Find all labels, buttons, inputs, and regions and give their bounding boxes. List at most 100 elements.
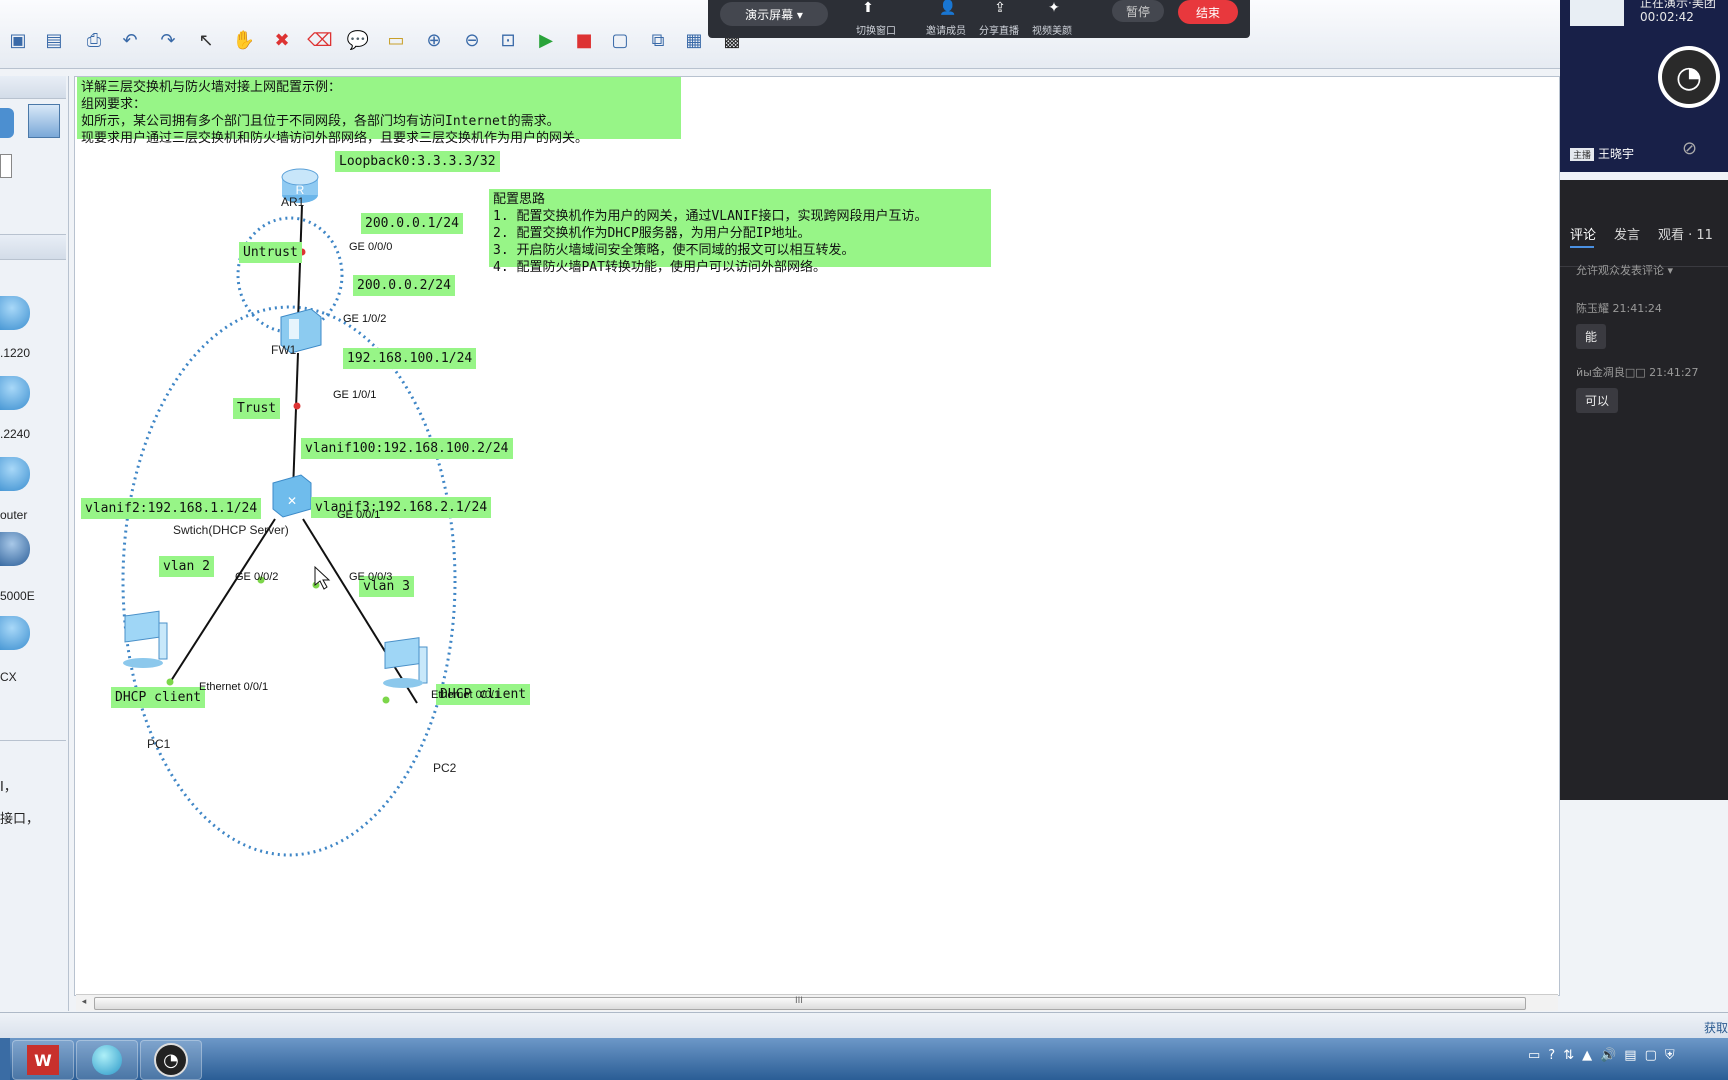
active-tab-underline [1570,246,1594,248]
tab-speak[interactable]: 发言 [1614,224,1640,243]
tray-folder-icon[interactable]: ▭ [1528,1048,1540,1070]
switch-window-label[interactable]: 切换窗口 [856,22,896,37]
invite-icon[interactable]: 👤 [936,0,960,18]
stop-device-icon[interactable]: ■ [572,28,596,52]
palette-dropdown-icon[interactable] [0,154,12,178]
pc2-icon [383,637,428,688]
scroll-grip: III [795,996,803,1006]
select-pointer-icon[interactable]: ↖ [194,28,218,52]
ensp-taskbar-button[interactable] [76,1040,138,1080]
comment-1-meta: 陈玉耀 21:41:24 [1576,302,1662,315]
loopback-note[interactable]: Loopback0:3.3.3.3/32 [335,151,500,172]
zoom-out-icon[interactable]: ⊖ [460,28,484,52]
comment-2-meta: йы金凋良□□ 21:41:27 [1576,366,1699,379]
link-switch-pc1 [168,518,276,685]
palette-icon[interactable]: ▭ [384,28,408,52]
server-device-icon[interactable] [28,104,60,138]
port-label-ar1-ge000: GE 0/0/0 [349,241,393,253]
pc1-dhcp-note[interactable]: DHCP client [111,687,206,708]
delete-link-icon[interactable]: ⌫ [307,28,332,52]
pc1-label: PC1 [147,737,171,751]
text-note-icon[interactable]: 💬 [346,28,370,52]
obs-taskbar-button[interactable]: ◔ [140,1040,202,1080]
tray-display-icon[interactable]: ▢ [1645,1048,1657,1070]
router-cx-icon[interactable] [0,616,30,650]
windows-taskbar: W ◔ ▭ ? ⇅ ▲ 🔊 ▤ ▢ ⛨ [0,1038,1728,1080]
beauty-icon[interactable]: ✦ [1042,0,1066,18]
comment-2-text: 可以 [1576,388,1619,413]
ensp-app-icon [92,1045,122,1075]
config-ideas-note[interactable]: 配置思路 1. 配置交换机作为用户的网关，通过VLANIF接口，实现跨网段用户互… [489,189,991,275]
capture-icon[interactable]: ▢ [608,28,632,52]
scroll-left-icon[interactable]: ◂ [78,997,90,1009]
zoom-in-icon[interactable]: ⊕ [422,28,446,52]
ar1-ip-note[interactable]: 200.0.0.1/24 [361,213,463,234]
redo-icon[interactable]: ↷ [156,28,180,52]
camera-off-icon[interactable]: ⊘ [1682,138,1697,159]
switch-window-icon[interactable]: ⬆ [856,0,880,18]
tray-network-icon[interactable]: ⇅ [1563,1048,1574,1070]
print-icon[interactable]: ⎙ [82,28,106,52]
fw-ge102-ip-note[interactable]: 200.0.0.2/24 [353,275,455,296]
start-device-icon[interactable]: ▶ [534,28,558,52]
save-as-icon[interactable]: ▤ [42,28,66,52]
router-generic-label: outer [0,508,28,522]
live-chat-panel: 评论 发言 观看 · 11 允许观众发表评论 ▾ 陈玉耀 21:41:24 能 … [1560,180,1728,800]
router-ar2240-label: .2240 [0,427,31,441]
host-badge: 主播 [1570,148,1595,161]
start-button-edge[interactable] [0,1038,10,1080]
screen-thumbnail[interactable] [1570,0,1624,26]
scroll-thumb[interactable]: III [94,996,1526,1010]
tray-help-icon[interactable]: ? [1548,1048,1555,1070]
tray-volume-icon[interactable]: 🔊 [1600,1048,1616,1070]
beauty-label[interactable]: 视频美颜 [1032,22,1072,37]
invite-label[interactable]: 邀请成员 [926,22,966,37]
vlanif100-note[interactable]: vlanif100:192.168.100.2/24 [301,438,513,459]
delete-icon[interactable]: ✖ [270,28,294,52]
presentation-mode-dropdown[interactable]: 演示屏幕 ▾ [720,2,828,26]
grid-icon[interactable]: ▦ [682,28,706,52]
tray-expand-icon[interactable]: ▲ [1582,1048,1592,1070]
status-right-text[interactable]: 获取 [1704,1019,1728,1036]
hand-pan-icon[interactable]: ✋ [232,28,256,52]
port-label-fw-ge102: GE 1/0/2 [343,313,387,325]
untrust-zone-note[interactable]: Untrust [239,242,302,263]
intro-note[interactable]: 详解三层交换机与防火墙对接上网配置示例： 组网要求： 如所示，某公司拥有多个部门… [77,77,681,146]
router-ar1220-icon[interactable] [0,296,30,330]
tab-viewers[interactable]: 观看 · 11 [1658,224,1713,243]
wps-taskbar-button[interactable]: W [12,1040,74,1080]
router-cx-label: CX [0,670,17,684]
topology-icon[interactable]: ⧉ [646,28,670,52]
tray-files-icon[interactable]: ▤ [1624,1048,1636,1070]
port-dot-pc1-eth [166,678,174,686]
pc1-icon [123,610,168,668]
link-fw1-switch [292,352,299,492]
tray-shield-icon[interactable]: ⛨ [1665,1048,1675,1070]
wps-app-icon: W [27,1045,59,1075]
router-generic-icon[interactable] [0,457,30,491]
palette-description-line-1: I， [0,780,17,795]
pause-button[interactable]: 暂停 [1112,0,1164,22]
palette-divider [0,740,66,741]
wireless-device-icon[interactable] [0,108,14,138]
end-button[interactable]: 结束 [1178,0,1238,24]
tab-comments[interactable]: 评论 [1570,224,1596,243]
port-label-fw-ge101: GE 1/0/1 [333,389,377,401]
share-label[interactable]: 分享直播 [979,22,1019,37]
horizontal-scrollbar[interactable]: ◂ III [76,994,1558,1011]
fw-ge101-ip-note[interactable]: 192.168.100.1/24 [343,348,477,369]
save-icon[interactable]: ▣ [6,28,30,52]
host-name: 王晓宇 [1598,147,1635,161]
router-ar2240-icon[interactable] [0,376,30,410]
port-label-pc1-eth: Ethernet 0/0/1 [199,681,269,693]
undo-icon[interactable]: ↶ [118,28,142,52]
port-label-sw-ge002: GE 0/0/2 [235,571,279,583]
share-icon[interactable]: ⇪ [988,0,1012,18]
trust-zone-note[interactable]: Trust [233,398,281,419]
comment-permission-dropdown[interactable]: 允许观众发表评论 ▾ [1576,262,1673,278]
vlan2-note[interactable]: vlan 2 [159,556,214,577]
fit-size-icon[interactable]: ⊡ [496,28,520,52]
topology-canvas[interactable]: R ✕ 详解三层交换机与防火墙对接上网配置示例： 组网要求： 如所示，某公司拥有 [74,76,1560,996]
vlanif2-note[interactable]: vlanif2:192.168.1.1/24 [81,498,262,519]
router-5000e-icon[interactable] [0,532,30,566]
